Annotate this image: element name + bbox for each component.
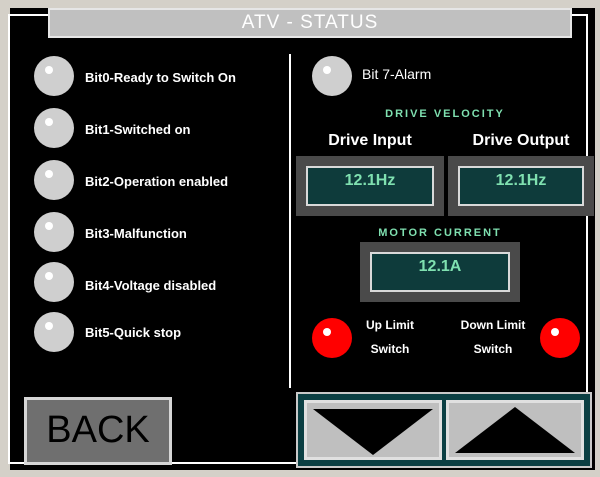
up-limit-label-line2: Switch [370,342,410,356]
motor-current-heading: MOTOR CURRENT [378,227,502,239]
drive-output-label: Drive Output [472,132,570,149]
bit0-label: Bit0-Ready to Switch On [85,70,236,85]
up-limit-label-line1: Up Limit [366,318,414,332]
motor-current-value: 12.1A [370,252,510,292]
page-title: ATV - STATUS [48,8,572,38]
center-divider [289,54,291,388]
drive-output-value: 12.1Hz [458,166,584,206]
triangle-down-icon [313,409,433,455]
bit0-led-indicator [34,56,74,96]
bit5-label: Bit5-Quick stop [85,325,182,340]
bit4-label: Bit4-Voltage disabled [85,278,217,293]
up-limit-led-indicator [312,318,352,358]
triangle-up-icon [455,407,575,453]
drive-velocity-heading: DRIVE VELOCITY [385,108,505,120]
bit3-led-indicator [34,212,74,252]
bit2-label: Bit2-Operation enabled [85,174,229,189]
back-button[interactable]: BACK [24,397,172,465]
bit2-led-indicator [34,160,74,200]
drive-input-display: 12.1Hz [296,156,444,216]
bit3-label: Bit3-Malfunction [85,226,187,241]
scroll-up-button[interactable] [446,400,584,460]
drive-input-label: Drive Input [328,132,412,149]
down-limit-label-line1: Down Limit [460,318,526,332]
bit4-led-indicator [34,262,74,302]
bit1-label: Bit1-Switched on [85,122,191,137]
drive-output-display: 12.1Hz [448,156,594,216]
down-limit-led-indicator [540,318,580,358]
bit5-led-indicator [34,312,74,352]
motor-current-display: 12.1A [360,242,520,302]
scroll-down-button[interactable] [304,400,442,460]
drive-input-value: 12.1Hz [306,166,434,206]
nav-button-bar [296,392,592,468]
alarm-led-indicator [312,56,352,96]
down-limit-label-line2: Switch [473,342,513,356]
alarm-label: Bit 7-Alarm [362,66,432,82]
bit1-led-indicator [34,108,74,148]
